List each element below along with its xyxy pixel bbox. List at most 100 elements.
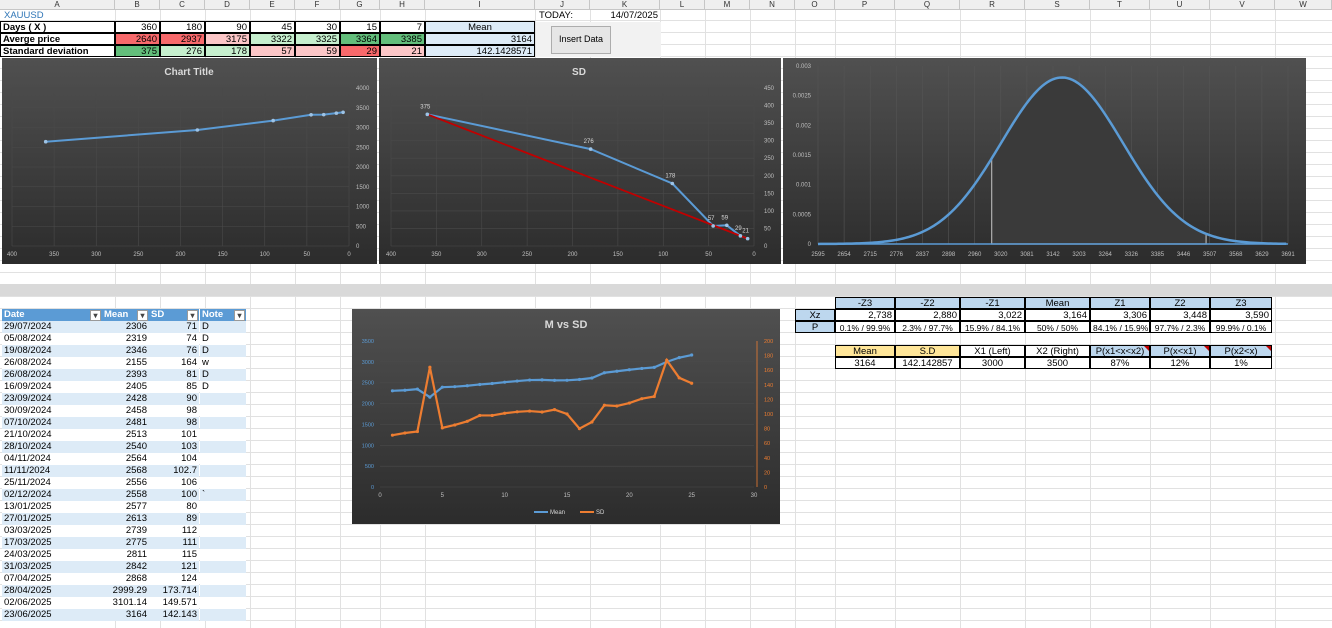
prob-header[interactable]: P(x<x1) (1150, 345, 1210, 357)
mean-cell[interactable]: 2775 (102, 537, 149, 549)
date-cell[interactable]: 26/08/2024 (2, 369, 102, 381)
mean-cell[interactable]: 2568 (102, 465, 149, 477)
date-cell[interactable]: 30/09/2024 (2, 405, 102, 417)
column-header-d[interactable]: D (205, 0, 250, 9)
sd-point[interactable] (503, 411, 507, 415)
p-value[interactable]: 99.9% / 0.1% (1210, 321, 1272, 333)
sd-point[interactable] (665, 358, 669, 362)
top-table-cell[interactable]: 360 (115, 21, 160, 33)
prob-value[interactable]: 3000 (960, 357, 1025, 369)
top-table-cell[interactable]: 30 (295, 21, 340, 33)
top-table-cell[interactable]: 45 (250, 21, 295, 33)
sd-point[interactable] (615, 404, 619, 408)
mean-point[interactable] (577, 377, 582, 382)
xz-value[interactable]: 3,022 (960, 309, 1025, 321)
column-header-v[interactable]: V (1210, 0, 1275, 9)
column-header-s[interactable]: S (1025, 0, 1090, 9)
column-header-k[interactable]: K (590, 0, 660, 9)
sd-cell[interactable]: 100 (149, 489, 199, 501)
price-point[interactable] (334, 111, 339, 115)
prob-header[interactable]: P(x2<x) (1210, 345, 1272, 357)
table-header-date[interactable]: Date ▾ (2, 309, 102, 321)
mean-cell[interactable]: 2868 (102, 573, 149, 585)
top-table-cell[interactable]: 2937 (160, 33, 205, 45)
price-point[interactable] (43, 139, 48, 144)
mean-cell[interactable]: 2458 (102, 405, 149, 417)
sd-cell[interactable]: 103 (149, 441, 199, 453)
filter-dropdown-icon[interactable]: ▾ (90, 310, 101, 321)
date-cell[interactable]: 28/10/2024 (2, 441, 102, 453)
z-header[interactable]: -Z1 (960, 297, 1025, 309)
sd-point[interactable] (490, 413, 494, 418)
mean-cell[interactable]: 2306 (102, 321, 149, 333)
date-cell[interactable]: 03/03/2025 (2, 525, 102, 537)
date-cell[interactable]: 05/08/2024 (2, 333, 102, 345)
date-cell[interactable]: 02/12/2024 (2, 489, 102, 501)
sd-point[interactable] (577, 427, 582, 431)
top-table-cell[interactable]: 180 (160, 21, 205, 33)
prob-value[interactable]: 87% (1090, 357, 1150, 369)
column-header-a[interactable]: A (0, 0, 115, 9)
mean-point[interactable] (503, 380, 507, 384)
mean-point[interactable] (627, 368, 631, 372)
top-table-cell[interactable]: 2640 (115, 33, 160, 45)
sd-cell[interactable]: 71 (149, 321, 199, 333)
p-label[interactable]: P (795, 321, 835, 333)
sd-cell[interactable]: 112 (149, 525, 199, 537)
today-value[interactable]: 14/07/2025 (600, 10, 660, 22)
mean-cell[interactable]: 2513 (102, 429, 149, 441)
mean-cell[interactable]: 2739 (102, 525, 149, 537)
sd-point[interactable] (724, 223, 729, 228)
sd-point[interactable] (465, 419, 469, 423)
mean-cell[interactable]: 2393 (102, 369, 149, 381)
mean-point[interactable] (515, 379, 519, 383)
sd-cell[interactable]: 164 (149, 357, 199, 369)
note-cell[interactable] (200, 393, 246, 405)
row-label[interactable]: Averge price (0, 33, 115, 45)
probability-area[interactable] (991, 76, 1207, 245)
note-cell[interactable] (200, 561, 246, 573)
mean-point[interactable] (602, 371, 606, 375)
sd-point[interactable] (440, 426, 444, 430)
z-header[interactable]: Z1 (1090, 297, 1150, 309)
date-cell[interactable]: 02/06/2025 (2, 597, 102, 609)
date-cell[interactable]: 11/11/2024 (2, 465, 102, 477)
mean-point[interactable] (540, 378, 544, 382)
xz-value[interactable]: 2,738 (835, 309, 895, 321)
date-cell[interactable]: 16/09/2024 (2, 381, 102, 393)
mean-point[interactable] (565, 378, 569, 382)
date-cell[interactable]: 13/01/2025 (2, 501, 102, 513)
note-cell[interactable]: D (200, 321, 246, 333)
p-value[interactable]: 0.1% / 99.9% (835, 321, 895, 333)
sd-cell[interactable]: 142.143 (149, 609, 199, 621)
column-header-e[interactable]: E (250, 0, 295, 9)
prob-value[interactable]: 12% (1150, 357, 1210, 369)
xz-value[interactable]: 3,164 (1025, 309, 1090, 321)
prob-value[interactable]: 3164 (835, 357, 895, 369)
mean-point[interactable] (415, 387, 419, 391)
p-value[interactable]: 2.3% / 97.7% (895, 321, 960, 333)
note-cell[interactable] (200, 441, 246, 453)
sd-cell[interactable]: 149.571 (149, 597, 199, 609)
top-table-cell[interactable]: 3322 (250, 33, 295, 45)
sd-cell[interactable]: 102.7 (149, 465, 199, 477)
sd-cell[interactable]: 115 (149, 549, 199, 561)
sd-point[interactable] (425, 112, 430, 117)
top-table-cell[interactable]: 57 (250, 45, 295, 57)
xz-label[interactable]: Xz (795, 309, 835, 321)
mean-series-line[interactable] (392, 353, 692, 399)
table-header-sd[interactable]: SD ▾ (149, 309, 199, 321)
column-header-l[interactable]: L (660, 0, 705, 9)
note-cell[interactable] (200, 597, 246, 609)
column-header-p[interactable]: P (835, 0, 895, 9)
p-value[interactable]: 50% / 50% (1025, 321, 1090, 333)
mean-point[interactable] (528, 378, 532, 382)
mean-point[interactable] (440, 385, 444, 389)
prob-value[interactable]: 1% (1210, 357, 1272, 369)
mean-cell[interactable]: 2842 (102, 561, 149, 573)
column-header-m[interactable]: M (705, 0, 750, 9)
row-label[interactable]: Standard deviation (0, 45, 115, 57)
note-cell[interactable] (200, 465, 246, 477)
price-point[interactable] (341, 110, 345, 115)
mean-header[interactable]: Mean (425, 21, 535, 33)
